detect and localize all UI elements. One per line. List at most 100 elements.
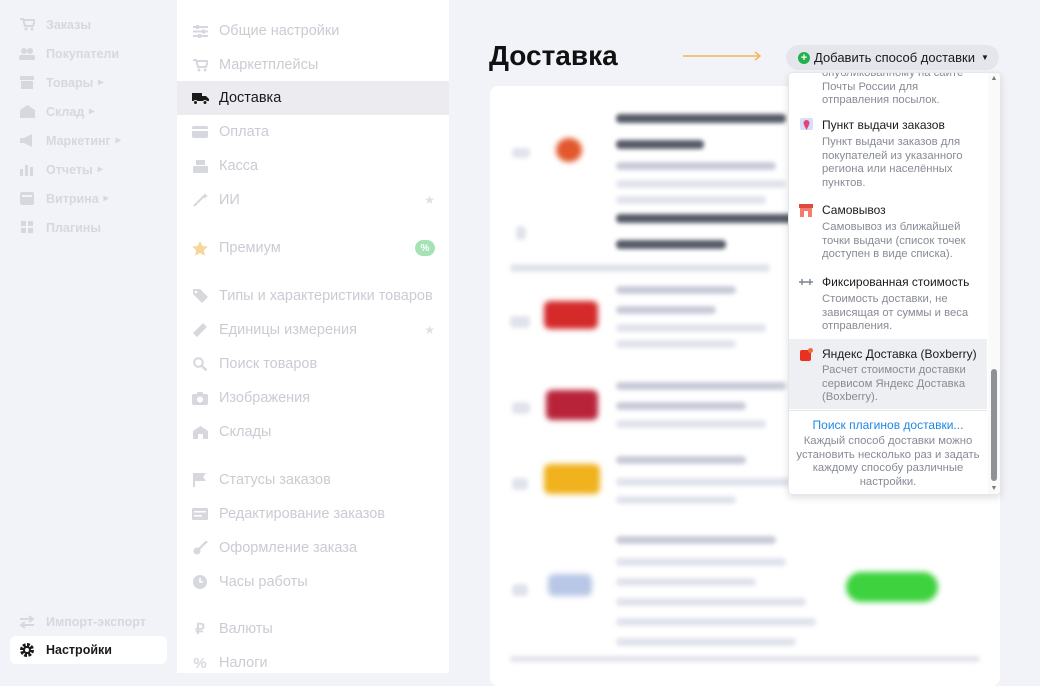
dropdown-option-yandex-boxberry[interactable]: Яндекс Доставка (Boxberry) Расчет стоимо… [789, 339, 987, 409]
settings-item-label: Налоги [219, 655, 268, 671]
settings-item-label: Статусы заказов [219, 472, 331, 488]
chevron-right-icon: ▸ [97, 164, 103, 175]
nav-item-orders[interactable]: Заказы [0, 10, 177, 39]
search-delivery-plugins-link[interactable]: Поиск плагинов доставки... [789, 418, 987, 432]
settings-item-order-editing[interactable]: Редактирование заказов [177, 497, 449, 531]
nav-item-stock[interactable]: Склад ▸ [0, 97, 177, 126]
nav-item-products[interactable]: Товары ▸ [0, 68, 177, 97]
settings-item-label: Оформление заказа [219, 540, 358, 556]
dropdown-option-pickup-point[interactable]: Пункт выдачи заказов Пункт выдачи заказо… [789, 110, 987, 189]
add-delivery-method-button[interactable]: + Добавить способ доставки ▼ [786, 45, 999, 70]
plus-circle-icon: + [798, 51, 810, 64]
nav-item-plugins[interactable]: Плагины [0, 213, 177, 242]
nav-item-customers[interactable]: Покупатели [0, 39, 177, 68]
nav-item-reports[interactable]: Отчеты ▸ [0, 155, 177, 184]
nav-item-label: Покупатели [46, 46, 120, 61]
star-icon: ★ [424, 193, 435, 207]
dropdown-option-fixed-price[interactable]: Фиксированная стоимость Стоимость достав… [789, 270, 987, 334]
settings-item-label: Редактирование заказов [219, 506, 386, 522]
settings-item-images[interactable]: Изображения [177, 381, 449, 415]
boxberry-icon [799, 347, 813, 361]
percent-icon: % [193, 654, 207, 672]
nav-item-label: Склад [46, 104, 85, 119]
settings-item-label: Касса [219, 158, 259, 174]
settings-item-taxes[interactable]: % Налоги [177, 646, 449, 680]
cart-icon [18, 18, 36, 31]
settings-item-working-hours[interactable]: Часы работы [177, 565, 449, 599]
settings-item-ai[interactable]: ИИ ★ [177, 183, 449, 217]
checkout-icon [191, 541, 209, 555]
delivery-method-row[interactable] [490, 522, 1000, 662]
settings-item-label: Доставка [219, 90, 282, 106]
settings-item-payment[interactable]: Оплата [177, 115, 449, 149]
dropdown-option-russian-post[interactable]: опубликованному на сайте Почты России дл… [789, 73, 987, 106]
settings-item-checkout[interactable]: Оформление заказа [177, 531, 449, 565]
settings-item-product-types[interactable]: Типы и характеристики товаров [177, 279, 449, 313]
box-icon [18, 76, 36, 89]
settings-item-order-statuses[interactable]: Статусы заказов [177, 463, 449, 497]
ruble-icon: ₽ [195, 621, 205, 638]
arrow-icon [683, 51, 762, 61]
nav-item-label: Заказы [46, 17, 92, 32]
storefront-icon [18, 192, 36, 205]
scrollbar-thumb[interactable] [991, 369, 997, 481]
settings-item-label: Оплата [219, 124, 269, 140]
map-pin-icon [799, 118, 813, 132]
toggle-switch[interactable] [846, 572, 938, 602]
settings-item-label: Склады [219, 424, 272, 440]
delivery-logo [546, 390, 598, 420]
nav-item-settings[interactable]: Настройки [10, 636, 167, 664]
settings-item-premium[interactable]: Премиум % [177, 231, 449, 265]
caret-down-icon: ▼ [980, 53, 989, 62]
dropdown-note: Каждый способ доставки можно установить … [796, 435, 980, 488]
scroll-down-icon[interactable]: ▼ [990, 485, 998, 492]
settings-item-warehouses[interactable]: Склады [177, 415, 449, 449]
page-title: Доставка [489, 40, 618, 71]
option-title: Яндекс Доставка (Boxberry) [822, 347, 977, 361]
settings-item-label: Изображения [219, 390, 311, 406]
warehouse-icon [18, 105, 36, 118]
settings-item-label: Валюты [219, 621, 273, 637]
settings-item-currencies[interactable]: ₽ Валюты [177, 612, 449, 646]
dropdown-scrollbar[interactable]: ▲ ▼ [988, 73, 1000, 494]
nav-item-label: Плагины [46, 220, 101, 235]
chevron-right-icon: ▸ [98, 77, 104, 88]
nav-item-label: Витрина [46, 191, 99, 206]
settings-item-units[interactable]: Единицы измерения ★ [177, 313, 449, 347]
nav-item-label: Отчеты [46, 162, 93, 177]
main-sidebar: Заказы Покупатели Товары ▸ Склад ▸ Марке… [0, 0, 177, 673]
add-delivery-method-label: Добавить способ доставки [814, 50, 975, 65]
cart-icon [191, 58, 209, 72]
settings-item-label: Общие настройки [219, 23, 340, 39]
settings-item-label: Единицы измерения [219, 322, 357, 338]
option-title: Фиксированная стоимость [822, 275, 970, 289]
scroll-up-icon[interactable]: ▲ [990, 75, 998, 82]
settings-item-cashbox[interactable]: Касса [177, 149, 449, 183]
plugins-icon [18, 221, 36, 234]
dropdown-option-self-pickup[interactable]: Самовывоз Самовывоз из ближайшей точки в… [789, 198, 987, 262]
search-icon [191, 357, 209, 371]
chevron-right-icon: ▸ [89, 106, 95, 117]
chevron-right-icon: ▸ [115, 135, 121, 146]
settings-item-marketplaces[interactable]: Маркетплейсы [177, 48, 449, 82]
tags-icon [191, 289, 209, 303]
delivery-logo [556, 138, 582, 162]
nav-item-marketing[interactable]: Маркетинг ▸ [0, 126, 177, 155]
option-title: Самовывоз [822, 203, 886, 217]
divider [789, 410, 987, 411]
settings-item-product-search[interactable]: Поиск товаров [177, 347, 449, 381]
ruler-icon [191, 323, 209, 337]
settings-item-label: Типы и характеристики товаров [219, 288, 433, 304]
nav-item-import-export[interactable]: Импорт-экспорт [0, 607, 177, 636]
settings-item-delivery[interactable]: Доставка [177, 81, 449, 115]
megaphone-icon [18, 134, 36, 147]
cash-register-icon [191, 159, 209, 173]
settings-item-general[interactable]: Общие настройки [177, 14, 449, 48]
option-description: Стоимость доставки, не зависящая от сумм… [822, 293, 969, 332]
chart-icon [18, 163, 36, 176]
camera-icon [191, 391, 209, 405]
nav-item-storefront[interactable]: Витрина ▸ [0, 184, 177, 213]
discount-badge: % [415, 240, 435, 256]
delivery-methods-dropdown: опубликованному на сайте Почты России дл… [788, 72, 1001, 495]
option-description: Расчет стоимости доставки сервисом Яндек… [822, 364, 966, 403]
